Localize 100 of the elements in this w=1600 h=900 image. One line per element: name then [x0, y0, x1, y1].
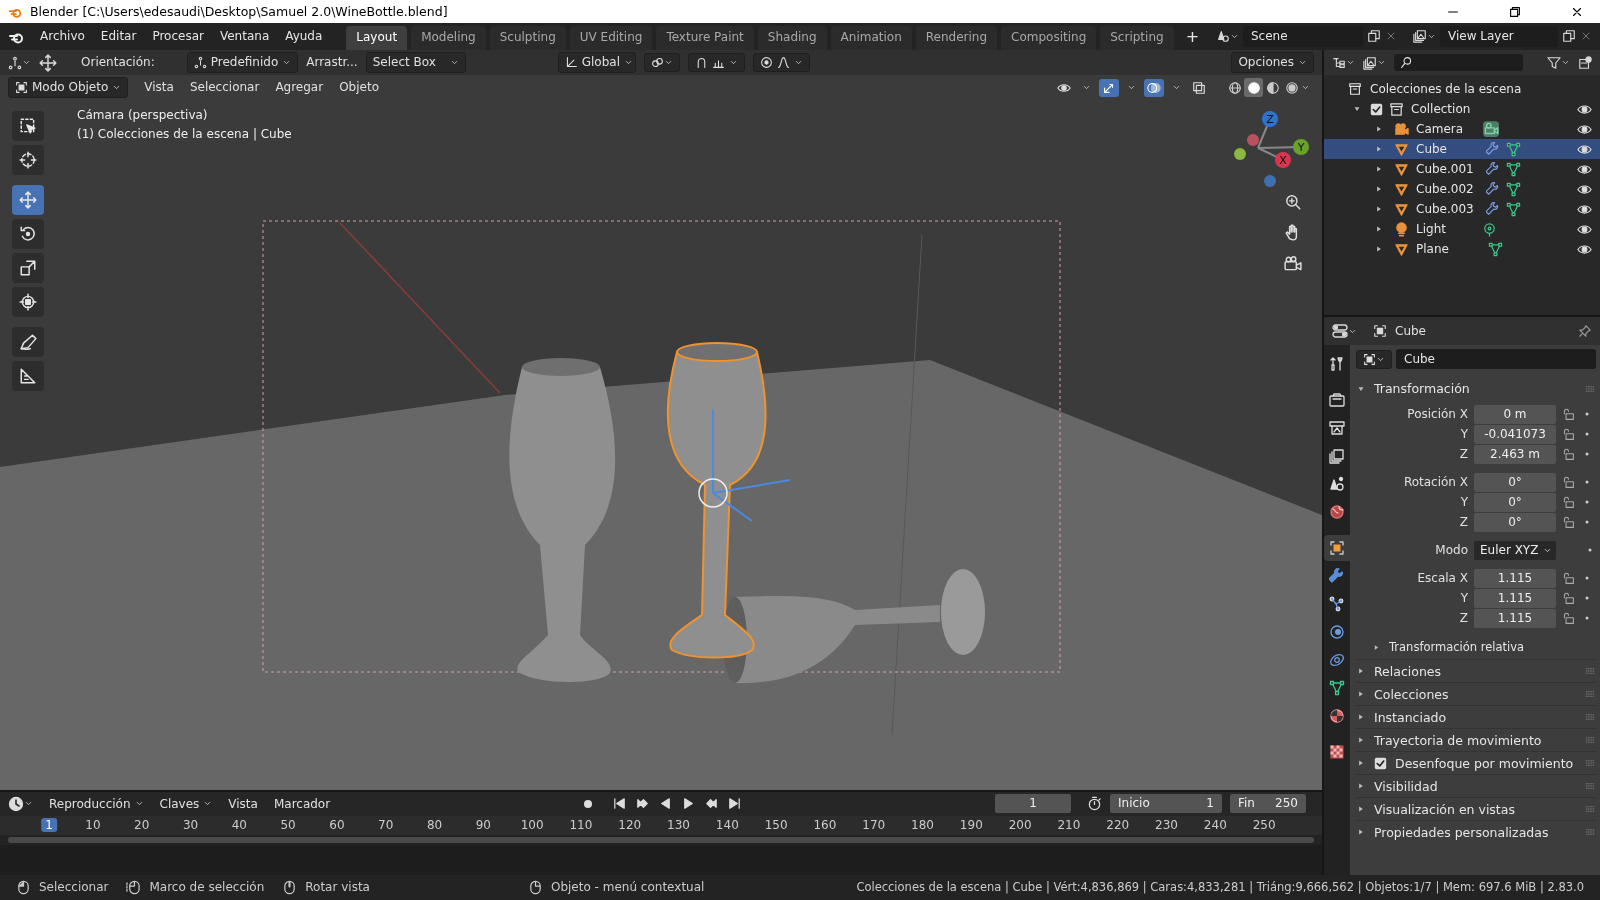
panel-header[interactable]: Instanciado: [1374, 709, 1576, 725]
play-reverse-button[interactable]: [658, 796, 673, 812]
number-field[interactable]: 0°: [1474, 512, 1556, 532]
menu-item[interactable]: Marcador: [273, 796, 331, 812]
mode-dropdown[interactable]: Modo Objeto: [8, 77, 129, 98]
axis-handle[interactable]: [1264, 175, 1276, 187]
move-icon[interactable]: [39, 53, 57, 72]
caret-icon[interactable]: [1301, 83, 1310, 92]
jump-end-button[interactable]: [727, 796, 742, 812]
panel-header[interactable]: Trayectoria de movimiento: [1374, 732, 1576, 748]
menu-item[interactable]: Ventana: [211, 27, 278, 46]
outliner-item[interactable]: Light: [1416, 221, 1482, 237]
light-data-icon[interactable]: [1482, 221, 1497, 237]
outliner-item[interactable]: Camera: [1416, 121, 1482, 137]
display-mode-selector[interactable]: [1363, 55, 1386, 70]
duplicate-icon[interactable]: [1367, 29, 1381, 44]
wrench-icon[interactable]: [1486, 162, 1500, 176]
menu-item[interactable]: Vista: [228, 796, 258, 812]
menu-item[interactable]: Agregar: [275, 80, 324, 95]
number-field[interactable]: 1.115: [1474, 608, 1556, 628]
checkbox[interactable]: [1374, 756, 1387, 770]
zoom-icon[interactable]: [1284, 193, 1302, 211]
workspace-tab[interactable]: Rendering: [915, 26, 998, 50]
panel-header[interactable]: Colecciones: [1374, 686, 1576, 702]
editor-type-selector[interactable]: [8, 795, 33, 812]
mesh-data-icon[interactable]: [1506, 181, 1521, 197]
subpanel-header[interactable]: Transformación relativa: [1389, 641, 1525, 655]
workspace-tab[interactable]: Layout: [346, 26, 408, 50]
lock-icon[interactable]: [1562, 427, 1575, 441]
lock-icon[interactable]: [1562, 407, 1575, 421]
caret-icon[interactable]: [1127, 83, 1136, 92]
restore-icon[interactable]: [1508, 4, 1522, 19]
move-tool[interactable]: [12, 185, 44, 215]
scrollbar[interactable]: [8, 837, 1314, 843]
end-frame-field[interactable]: Fin 250: [1230, 794, 1306, 814]
workspace-tab[interactable]: Animation: [830, 26, 912, 50]
wrench-icon[interactable]: [1486, 202, 1500, 216]
number-field[interactable]: 0 m: [1474, 404, 1556, 424]
menu-item[interactable]: Procesar: [144, 27, 212, 46]
jump-start-button[interactable]: [612, 796, 627, 812]
outliner-item[interactable]: Cube: [1416, 141, 1482, 157]
outliner-item[interactable]: Cube.002: [1416, 181, 1482, 197]
stopwatch-icon[interactable]: [1087, 796, 1102, 812]
workspace-tab[interactable]: Shading: [757, 26, 827, 50]
data-block-selector[interactable]: [1356, 349, 1392, 369]
menu-dropdown[interactable]: Claves: [159, 796, 213, 812]
wrench-icon[interactable]: [1486, 182, 1500, 196]
scene-selector[interactable]: [1216, 29, 1239, 44]
start-frame-field[interactable]: Inicio 1: [1110, 794, 1222, 814]
menu-item[interactable]: Objeto: [339, 80, 379, 95]
caret-icon[interactable]: [1172, 83, 1181, 92]
number-field[interactable]: 1.115: [1474, 568, 1556, 588]
mesh-data-icon[interactable]: [1506, 201, 1521, 217]
scene-field[interactable]: Scene: [1243, 26, 1363, 47]
drag-dropdown[interactable]: Select Box: [365, 52, 466, 73]
panel-header[interactable]: Visibilidad: [1374, 778, 1576, 794]
tool-selector[interactable]: [8, 55, 31, 70]
filter-dropdown[interactable]: [1547, 55, 1570, 70]
menu-item[interactable]: Vista: [144, 80, 174, 95]
editor-type-selector[interactable]: [1332, 55, 1355, 70]
menu-item[interactable]: Archivo: [32, 27, 93, 46]
mesh-data-icon[interactable]: [1506, 161, 1521, 177]
menu-item[interactable]: Ayuda: [277, 27, 331, 46]
current-frame-marker[interactable]: 1: [41, 817, 57, 833]
caret-icon[interactable]: [1082, 83, 1091, 92]
wrench-icon[interactable]: [1486, 142, 1500, 156]
mode-dropdown[interactable]: Euler XYZ: [1474, 540, 1556, 560]
number-field[interactable]: 2.463 m: [1474, 444, 1556, 464]
play-button[interactable]: [681, 796, 696, 812]
panel-header[interactable]: Propiedades personalizadas: [1374, 824, 1576, 840]
axis-handle[interactable]: [1247, 134, 1259, 146]
cursor-tool[interactable]: [12, 145, 44, 175]
menu-item[interactable]: Editar: [92, 27, 145, 46]
new-collection-icon[interactable]: [1578, 55, 1592, 70]
lock-icon[interactable]: [1562, 495, 1575, 509]
measure-tool[interactable]: [12, 361, 44, 391]
workspace-tab[interactable]: Texture Paint: [656, 26, 754, 50]
outliner-item[interactable]: Collection: [1411, 101, 1531, 117]
search-field[interactable]: [1394, 54, 1523, 71]
lock-icon[interactable]: [1562, 515, 1575, 529]
workspace-tab[interactable]: Scripting: [1100, 26, 1174, 50]
pivot-dropdown[interactable]: Predefinido: [186, 52, 299, 73]
lock-icon[interactable]: [1562, 571, 1575, 585]
axis-handle[interactable]: [1293, 139, 1309, 155]
view-layer-selector[interactable]: [1413, 29, 1436, 44]
checkbox[interactable]: [1370, 102, 1383, 116]
menu-dropdown[interactable]: Reproducción: [49, 796, 144, 812]
axis-handle[interactable]: [1262, 111, 1278, 127]
outliner-item[interactable]: Colecciones de la escena: [1370, 81, 1522, 97]
transform-tool[interactable]: [12, 287, 44, 317]
lock-icon[interactable]: [1562, 591, 1575, 605]
workspace-tab[interactable]: Sculpting: [489, 26, 566, 50]
axis-handle[interactable]: [1275, 152, 1291, 168]
object-tab[interactable]: [1324, 535, 1350, 561]
scale-tool[interactable]: [12, 253, 44, 283]
camera-data-icon[interactable]: [1482, 120, 1500, 138]
workspace-tab[interactable]: Compositing: [1001, 26, 1097, 50]
workspace-tab[interactable]: Modeling: [411, 26, 486, 50]
snap-dropdown[interactable]: [687, 53, 745, 72]
select-box-tool[interactable]: [12, 111, 44, 141]
